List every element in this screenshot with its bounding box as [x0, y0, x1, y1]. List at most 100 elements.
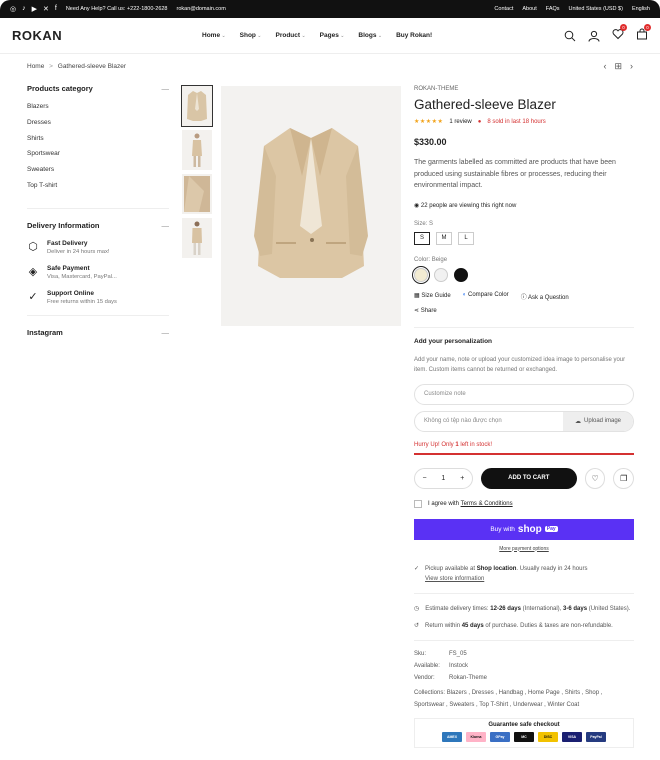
search-icon[interactable] — [564, 30, 576, 42]
category-shirts[interactable]: Shirts — [27, 135, 169, 151]
return-info: ↺ Return within 45 days of purchase. Dut… — [414, 621, 634, 631]
nav-shop[interactable]: Shop — [240, 32, 262, 39]
color-swatch-white[interactable] — [434, 267, 448, 282]
account-icon[interactable] — [588, 30, 600, 42]
nav-home[interactable]: Home — [202, 32, 226, 39]
copy-icon: ❐ — [620, 473, 628, 483]
blazer-image — [254, 128, 368, 278]
pickup-prefix: Pickup available at — [425, 565, 477, 572]
thumbnail-3[interactable] — [182, 174, 212, 214]
size-m[interactable]: M — [436, 231, 452, 245]
category-sportswear[interactable]: Sportswear — [27, 150, 169, 166]
stock-prefix: Hurry Up! Only — [414, 441, 456, 448]
size-s[interactable]: S — [414, 231, 430, 245]
delivery-title: Delivery Information — [27, 220, 100, 230]
more-payment-options[interactable]: More payment options — [414, 546, 634, 552]
wishlist-button[interactable]: 0 — [612, 24, 627, 43]
x-icon[interactable]: ✕ — [43, 5, 49, 13]
detail-thumbnail-icon — [184, 176, 210, 212]
delivery-header[interactable]: Delivery Information — — [27, 221, 169, 240]
estimate-prefix: Estimate delivery times: — [425, 605, 491, 612]
customize-note-input[interactable]: Customize note — [414, 383, 634, 405]
decrease-button[interactable]: − — [422, 475, 426, 482]
product-meta: ★★★★★ 1 review ● 8 sold in last 18 hours — [414, 118, 634, 126]
vendor-value[interactable]: Rokan-Theme — [449, 675, 487, 687]
availability-value: Instock — [449, 662, 469, 669]
help-text: Need Any Help? Call us: +222-1800-2628 — [65, 6, 168, 12]
thumbnail-1[interactable] — [181, 85, 213, 127]
color-swatch-black[interactable] — [454, 267, 468, 282]
availability-row: Available: Instock — [414, 663, 634, 675]
upload-image-button[interactable]: ☁ Upload image — [563, 411, 633, 431]
blazer-thumbnail-icon — [187, 91, 207, 121]
amex-icon: AMEX — [442, 732, 462, 743]
next-product-icon[interactable]: › — [630, 61, 633, 72]
youtube-icon[interactable]: ▶ — [32, 5, 37, 13]
share-link[interactable]: ⋖ Share — [414, 307, 634, 314]
category-top-tshirt[interactable]: Top T-shirt — [27, 182, 169, 198]
about-link[interactable]: About — [522, 6, 536, 12]
color-label: Color: Beige — [414, 257, 634, 263]
top-bar-left: ◎ ♪ ▶ ✕ f Need Any Help? Call us: +222-1… — [10, 5, 226, 13]
model-thumbnail-icon — [192, 133, 202, 167]
thumbnail-4[interactable] — [182, 218, 212, 258]
return-prefix: Return within — [425, 622, 462, 629]
thumbnail-2[interactable] — [182, 130, 212, 170]
vendor-label: Vendor: — [414, 675, 435, 682]
add-to-cart-button[interactable]: ADD TO CART — [480, 467, 577, 489]
size-guide-link[interactable]: ▦ Size Guide — [414, 292, 451, 301]
size-l[interactable]: L — [458, 231, 474, 245]
product-brand[interactable]: ROKAN-THEME — [414, 86, 634, 92]
faqs-link[interactable]: FAQs — [546, 6, 560, 12]
facebook-icon[interactable]: f — [55, 5, 57, 13]
paypal-icon: PayPal — [586, 732, 606, 743]
payment-cards: AMEX Klarna GPay MC DISC VISA PayPal — [415, 732, 633, 743]
top-bar-right: Contact About FAQs United States (USD $)… — [494, 6, 650, 12]
divider — [414, 592, 634, 594]
review-count[interactable]: 1 review — [449, 119, 471, 125]
breadcrumb-home[interactable]: Home — [27, 63, 44, 70]
tiktok-icon[interactable]: ♪ — [22, 5, 26, 13]
shop-pay-button[interactable]: Buy with shop Pay — [414, 518, 634, 540]
category-dresses[interactable]: Dresses — [27, 119, 169, 135]
product-main-image[interactable] — [221, 86, 401, 326]
color-swatch-beige[interactable] — [412, 265, 430, 284]
quantity-value[interactable]: 1 — [441, 475, 445, 482]
heart-icon: ♡ — [591, 473, 599, 483]
store-info-link[interactable]: View store information — [425, 576, 484, 582]
compare-button[interactable]: ❐ — [613, 467, 634, 489]
instagram-icon[interactable]: ◎ — [10, 5, 16, 13]
return-icon: ↺ — [414, 622, 420, 629]
currency-selector[interactable]: United States (USD $) — [569, 6, 623, 12]
language-selector[interactable]: English — [632, 6, 650, 12]
prev-product-icon[interactable]: ‹ — [603, 61, 606, 72]
logo[interactable]: ROKAN — [12, 28, 202, 43]
nav-product[interactable]: Product — [276, 32, 306, 39]
stock-suffix: left in stock! — [458, 441, 493, 448]
contact-link[interactable]: Contact — [494, 6, 513, 12]
collapse-icon[interactable]: — — [162, 221, 170, 230]
color-label-text: Color: — [414, 256, 431, 263]
nav-pages[interactable]: Pages — [320, 32, 345, 39]
ask-question-link[interactable]: ⓘ Ask a Question — [521, 292, 569, 301]
terms-link[interactable]: Terms & Conditions — [461, 501, 513, 507]
terms-checkbox[interactable] — [414, 499, 422, 508]
increase-button[interactable]: + — [460, 475, 464, 482]
mastercard-icon: MC — [514, 732, 534, 743]
collapse-icon[interactable]: — — [162, 84, 170, 93]
cart-count: 0 — [644, 24, 651, 31]
collapse-icon[interactable]: — — [162, 328, 170, 337]
cart-button[interactable]: 0 — [636, 24, 651, 43]
instagram-header[interactable]: Instagram — — [27, 328, 169, 347]
category-blazers[interactable]: Blazers — [27, 103, 169, 119]
grid-icon[interactable]: ⊞ — [614, 61, 622, 72]
compare-color-link[interactable]: ◐ Compare Color — [463, 292, 509, 301]
category-sweaters[interactable]: Sweaters — [27, 166, 169, 182]
wishlist-add-button[interactable]: ♡ — [584, 467, 606, 489]
terms-prefix: I agree with — [428, 500, 461, 507]
pickup-info: ✓ Pickup available at Shop location. Usu… — [414, 564, 634, 584]
email-link[interactable]: rokan@domain.com — [177, 6, 226, 12]
nav-blogs[interactable]: Blogs — [358, 32, 382, 39]
categories-header[interactable]: Products category — — [27, 84, 169, 103]
nav-buy-rokan[interactable]: Buy Rokan! — [396, 32, 432, 39]
